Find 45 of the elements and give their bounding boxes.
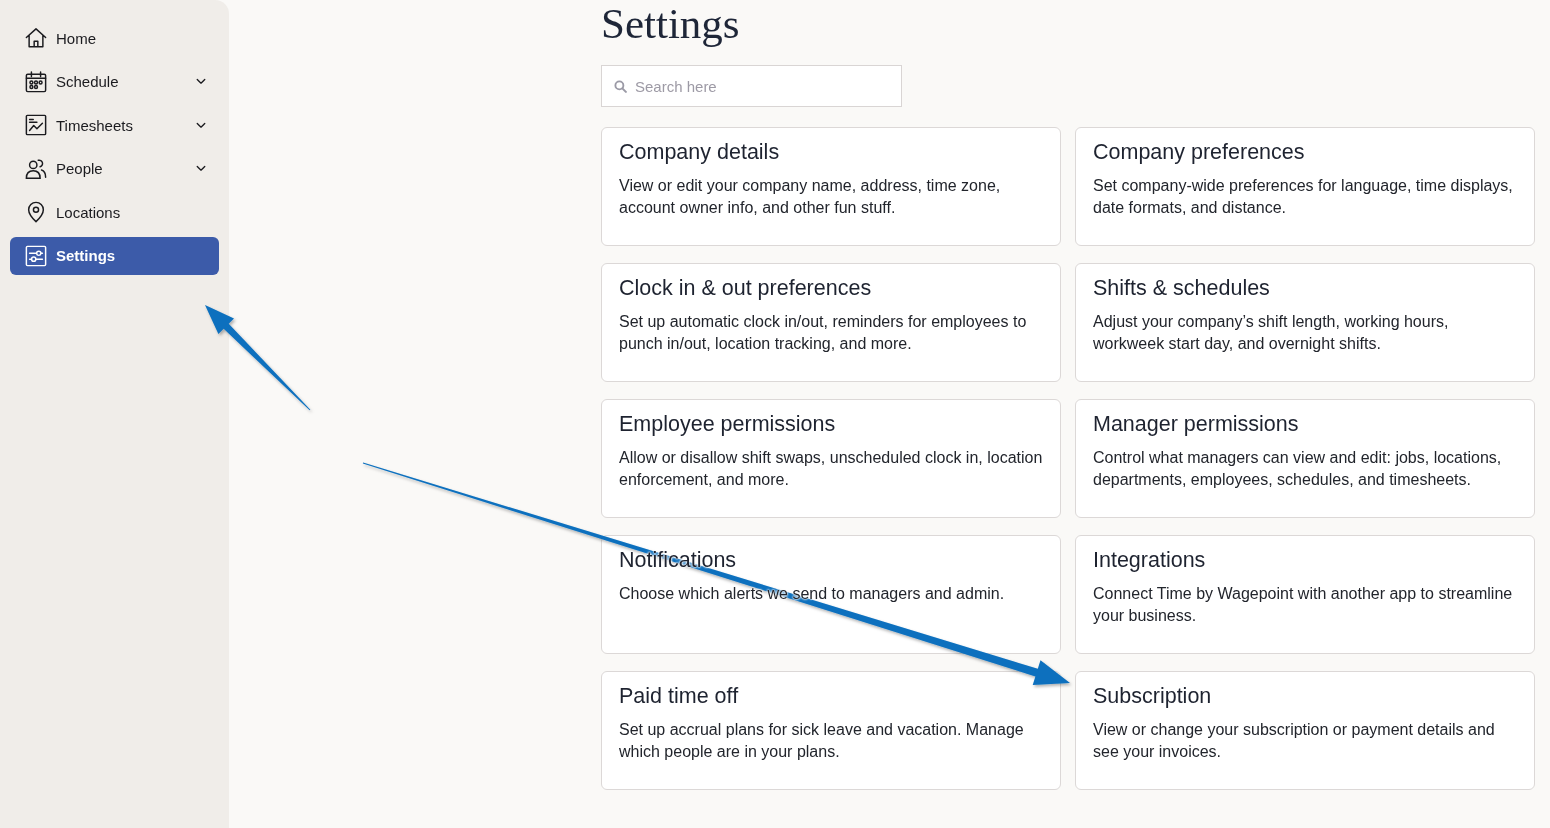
card-description: View or change your subscription or payment details and see your invoices. xyxy=(1093,720,1496,762)
card-title: Subscription xyxy=(1093,685,1212,707)
sliders-icon xyxy=(25,244,47,267)
card-title: Company preferences xyxy=(1093,141,1305,163)
search-field[interactable]: Search here xyxy=(601,65,902,107)
settings-card[interactable]: Shifts & schedules Adjust your company’s shift length, working hours, workweek start day, and overnight shifts. xyxy=(1075,263,1535,382)
card-title: Manager permissions xyxy=(1093,413,1299,435)
card-description: Connect Time by Wagepoint with another app to streamline your business. xyxy=(1093,584,1514,626)
card-title: Company details xyxy=(619,141,780,163)
chevron-down-icon[interactable] xyxy=(196,165,206,173)
card-description: Set company-wide preferences for language, time displays, date formats, and distance. xyxy=(1093,176,1514,218)
nav-item[interactable]: Schedule xyxy=(10,62,219,101)
card-description: View or edit your company name, address, time zone, account owner info, and other fun stuff. xyxy=(619,176,1002,218)
nav-item[interactable]: Home xyxy=(10,19,219,57)
calendar-icon xyxy=(25,70,47,93)
nav-item[interactable]: People xyxy=(10,149,219,188)
card-description: Set up automatic clock in/out, reminders for employees to punch in/out, location tracking, and more. xyxy=(619,312,1028,354)
search-icon xyxy=(614,80,627,93)
card-description: Set up accrual plans for sick leave and vacation. Manage which people are in your plans. xyxy=(619,720,1025,762)
card-title: Integrations xyxy=(1093,549,1206,571)
nav-item[interactable]: Timesheets xyxy=(10,106,219,145)
house-icon xyxy=(25,27,47,49)
chevron-down-icon[interactable] xyxy=(196,121,206,129)
chevron-down-icon[interactable] xyxy=(196,78,206,86)
card-description: Adjust your company’s shift length, working hours, workweek start day, and overnight shifts. xyxy=(1093,312,1450,354)
nav-item[interactable]: Locations xyxy=(10,193,219,232)
settings-card[interactable]: Company details View or edit your company name, address, time zone, account owner info, and other fun stuff. xyxy=(601,127,1061,246)
settings-card[interactable]: Clock in & out preferences Set up automatic clock in/out, reminders for employees to punch in/out, location tracking, and more. xyxy=(601,263,1061,382)
settings-card[interactable]: Paid time off Set up accrual plans for sick leave and vacation. Manage which people are in your plans. xyxy=(601,671,1061,790)
card-title: Clock in & out preferences xyxy=(619,277,872,299)
settings-card[interactable]: Company preferences Set company-wide preferences for language, time displays, date formats, and distance. xyxy=(1075,127,1535,246)
card-title: Shifts & schedules xyxy=(1093,277,1270,299)
card-title: Paid time off xyxy=(619,685,739,707)
page-title: Settings xyxy=(601,0,741,47)
settings-card[interactable]: Integrations Connect Time by Wagepoint with another app to streamline your business. xyxy=(1075,535,1535,654)
settings-card[interactable]: Manager permissions Control what managers can view and edit: jobs, locations, departments, employees, schedules, and timesheets. xyxy=(1075,399,1535,518)
card-title: Employee permissions xyxy=(619,413,836,435)
map-pin-icon xyxy=(25,201,47,224)
card-description: Control what managers can view and edit: jobs, locations, departments, employees, schedules, and timesheets. xyxy=(1093,448,1503,490)
card-description: Allow or disallow shift swaps, unscheduled clock in, location enforcement, and more. xyxy=(619,448,1043,490)
settings-card[interactable]: Subscription View or change your subscription or payment details and see your invoices. xyxy=(1075,671,1535,790)
settings-card[interactable]: Employee permissions Allow or disallow shift swaps, unscheduled clock in, location enforcement, and more. xyxy=(601,399,1061,518)
chart-icon xyxy=(25,114,47,137)
people-icon xyxy=(25,157,47,180)
nav-item[interactable]: Settings xyxy=(10,236,219,275)
